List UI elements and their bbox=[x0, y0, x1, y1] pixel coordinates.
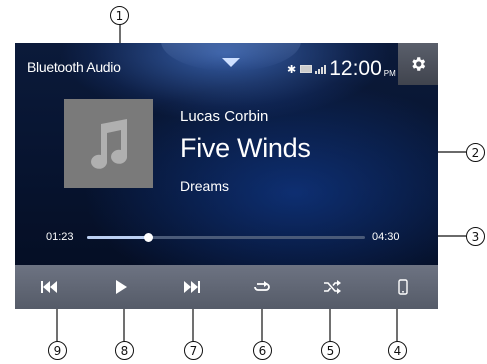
play-button[interactable] bbox=[86, 265, 157, 309]
repeat-icon bbox=[253, 281, 270, 291]
skip-next-icon bbox=[184, 281, 201, 293]
music-note-icon bbox=[90, 118, 127, 169]
seek-bar[interactable] bbox=[87, 233, 365, 242]
status-area: ✱ 12:00 PM bbox=[287, 57, 396, 81]
previous-track-button[interactable] bbox=[15, 265, 86, 309]
callout-9: 9 bbox=[48, 341, 67, 360]
play-icon bbox=[115, 280, 127, 294]
clock-ampm: PM bbox=[383, 68, 396, 78]
album-art bbox=[64, 99, 153, 188]
repeat-button[interactable] bbox=[227, 265, 298, 309]
settings-button[interactable] bbox=[398, 43, 438, 85]
album-name: Dreams bbox=[180, 178, 230, 194]
callout-5: 5 bbox=[321, 341, 340, 360]
player-screen: Bluetooth Audio ✱ 12:00 PM Lucas Corbin … bbox=[15, 43, 438, 309]
callout-2: 2 bbox=[466, 143, 485, 162]
next-track-button[interactable] bbox=[156, 265, 227, 309]
gear-icon bbox=[412, 57, 426, 71]
callout-4: 4 bbox=[388, 341, 407, 360]
elapsed-time: 01:23 bbox=[46, 231, 74, 243]
callout-3: 3 bbox=[466, 227, 485, 246]
phone-button[interactable] bbox=[368, 265, 439, 309]
artist-name: Lucas Corbin bbox=[180, 108, 269, 125]
total-time: 04:30 bbox=[372, 231, 400, 243]
callout-1: 1 bbox=[110, 6, 129, 25]
bluetooth-icon: ✱ bbox=[287, 63, 297, 76]
seek-bar-fill bbox=[87, 236, 149, 239]
top-bar: Bluetooth Audio ✱ 12:00 PM bbox=[15, 43, 438, 85]
battery-icon bbox=[300, 65, 313, 73]
source-title: Bluetooth Audio bbox=[27, 59, 121, 75]
callout-6: 6 bbox=[253, 341, 272, 360]
callout-8: 8 bbox=[115, 341, 134, 360]
clock: 12:00 bbox=[329, 57, 382, 80]
callout-7: 7 bbox=[184, 341, 203, 360]
shuffle-icon bbox=[324, 280, 342, 294]
chevron-down-icon[interactable] bbox=[222, 58, 240, 67]
control-bar bbox=[15, 265, 438, 309]
shuffle-button[interactable] bbox=[297, 265, 368, 309]
song-title: Five Winds bbox=[180, 133, 311, 163]
skip-previous-icon bbox=[41, 281, 58, 293]
progress-bar-row: 01:23 04:30 bbox=[15, 221, 438, 251]
seek-knob[interactable] bbox=[144, 233, 154, 242]
phone-icon bbox=[398, 279, 408, 295]
signal-icon bbox=[315, 64, 327, 74]
